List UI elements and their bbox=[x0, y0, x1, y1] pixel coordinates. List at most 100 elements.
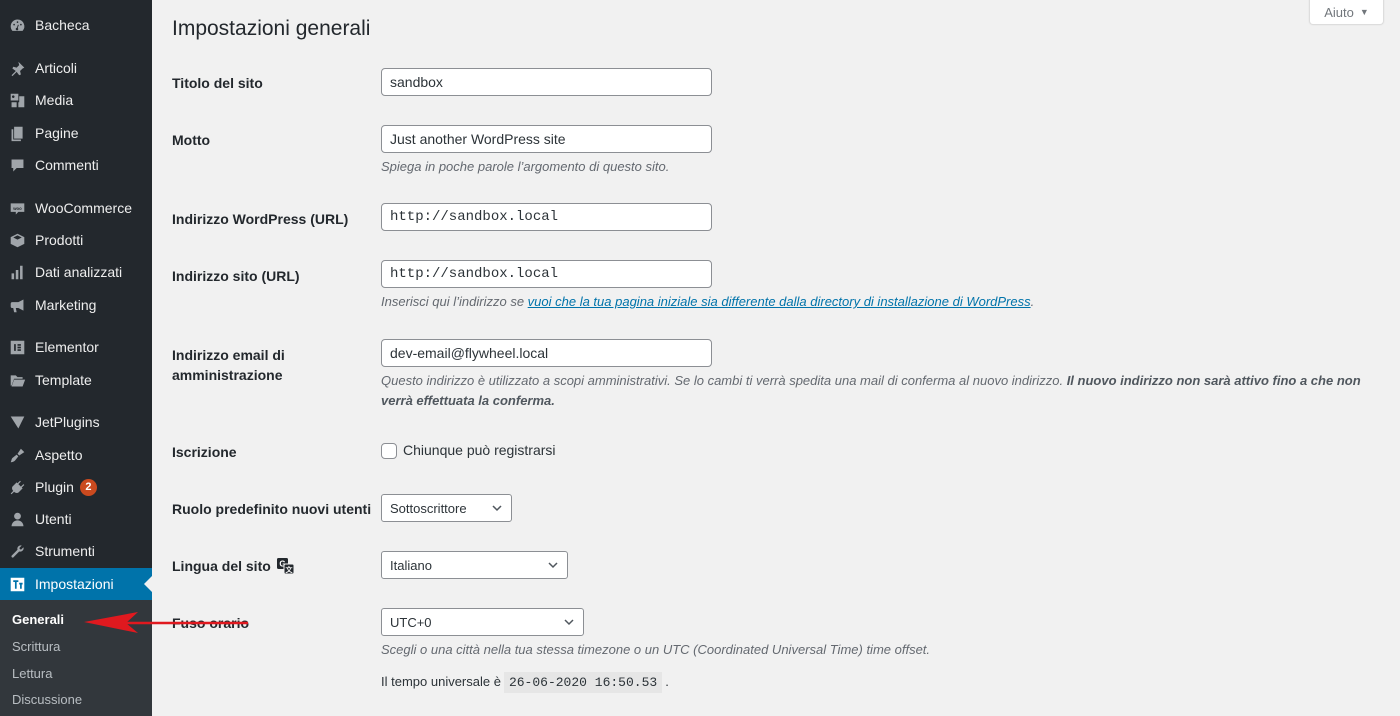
menu-item-impostazioni[interactable]: Impostazioni bbox=[0, 568, 152, 600]
elementor-icon bbox=[8, 338, 26, 356]
language-label: Lingua del sito G文 bbox=[172, 556, 295, 576]
menu-label: Commenti bbox=[35, 157, 99, 173]
caret-down-icon: ▼ bbox=[1359, 7, 1369, 17]
annotation-arrow-icon bbox=[84, 612, 248, 633]
brush-icon bbox=[8, 446, 26, 464]
menu-label: Pagine bbox=[35, 125, 79, 141]
admin-email-input[interactable]: dev-email@flywheel.local bbox=[381, 339, 712, 367]
folder-icon bbox=[8, 371, 26, 389]
language-select[interactable]: Italiano bbox=[381, 551, 568, 579]
menu-label: Elementor bbox=[35, 339, 99, 355]
tagline-label: Motto bbox=[172, 132, 211, 148]
menu-item-media[interactable]: Media bbox=[0, 84, 152, 116]
menu-label: Aspetto bbox=[35, 447, 83, 463]
menu-label: Bacheca bbox=[35, 17, 90, 33]
menu-item-marketing[interactable]: Marketing bbox=[0, 289, 152, 321]
admin-email-desc-text: Questo indirizzo è utilizzato a scopi am… bbox=[381, 373, 1067, 388]
site-title-input[interactable]: sandbox bbox=[381, 68, 712, 96]
admin-email-description: Questo indirizzo è utilizzato a scopi am… bbox=[381, 371, 1381, 411]
timezone-value: UTC+0 bbox=[390, 614, 432, 630]
megaphone-icon bbox=[8, 296, 26, 314]
admin-email-value: dev-email@flywheel.local bbox=[390, 345, 549, 361]
chevron-down-icon bbox=[548, 562, 558, 569]
menu-item-jetplugins[interactable]: JetPlugins bbox=[0, 406, 152, 438]
page-title: Impostazioni generali bbox=[172, 17, 371, 40]
tagline-value: Just another WordPress site bbox=[390, 131, 566, 147]
menu-label: Articoli bbox=[35, 60, 78, 76]
chevron-down-icon bbox=[492, 505, 502, 512]
user-icon bbox=[8, 510, 26, 528]
menu-item-bacheca[interactable]: Bacheca bbox=[0, 9, 152, 41]
menu-item-dati-analizzati[interactable]: Dati analizzati bbox=[0, 256, 152, 288]
language-label-text: Lingua del sito bbox=[172, 558, 271, 574]
menu-item-pagine[interactable]: Pagine bbox=[0, 117, 152, 149]
menu-item-template[interactable]: Template bbox=[0, 364, 152, 396]
menu-label: Media bbox=[35, 92, 74, 108]
menu-item-utenti[interactable]: Utenti bbox=[0, 503, 152, 535]
menu-item-plugin[interactable]: Plugin 2 bbox=[0, 471, 152, 503]
menu-label: Prodotti bbox=[35, 232, 84, 248]
site-url-input[interactable]: http://sandbox.local bbox=[381, 260, 712, 288]
menu-item-strumenti[interactable]: Strumenti bbox=[0, 535, 152, 567]
menu-label: Utenti bbox=[35, 511, 72, 527]
wp-url-label: Indirizzo WordPress (URL) bbox=[172, 211, 349, 227]
submenu-item-lettura[interactable]: Lettura bbox=[12, 666, 52, 681]
submenu-item-scrittura[interactable]: Scrittura bbox=[12, 639, 60, 654]
svg-text:文: 文 bbox=[285, 565, 293, 574]
menu-item-commenti[interactable]: Commenti bbox=[0, 149, 152, 181]
menu-label: Plugin bbox=[35, 479, 74, 495]
site-url-desc-text: Inserisci qui l’indirizzo se bbox=[381, 294, 528, 309]
menu-label: Impostazioni bbox=[35, 576, 114, 592]
translate-icon: G文 bbox=[276, 558, 295, 574]
admin-email-label-line1: Indirizzo email di bbox=[172, 347, 285, 363]
submenu-item-generali[interactable]: Generali bbox=[12, 612, 64, 627]
tagline-description: Spiega in poche parole l’argomento di qu… bbox=[381, 159, 670, 174]
menu-item-elementor[interactable]: Elementor bbox=[0, 331, 152, 363]
site-url-description: Inserisci qui l’indirizzo se vuoi che la… bbox=[381, 292, 1034, 312]
site-title-label: Titolo del sito bbox=[172, 75, 263, 91]
menu-item-prodotti[interactable]: Prodotti bbox=[0, 224, 152, 256]
anyone-can-register-checkbox[interactable] bbox=[381, 443, 397, 459]
help-tab-button[interactable]: Aiuto ▼ bbox=[1309, 0, 1384, 25]
utc-time-readout: Il tempo universale è 26-06-2020 16:50.53… bbox=[381, 672, 669, 693]
tagline-input[interactable]: Just another WordPress site bbox=[381, 125, 712, 153]
menu-item-aspetto[interactable]: Aspetto bbox=[0, 439, 152, 471]
menu-label: Dati analizzati bbox=[35, 264, 123, 280]
default-role-label: Ruolo predefinito nuovi utenti bbox=[172, 501, 372, 517]
anyone-can-register-label[interactable]: Chiunque può registrarsi bbox=[403, 442, 556, 458]
site-url-desc-suffix: . bbox=[1030, 294, 1035, 309]
wp-url-input[interactable]: http://sandbox.local bbox=[381, 203, 712, 231]
pin-icon bbox=[8, 59, 26, 77]
menu-label: Template bbox=[35, 372, 92, 388]
utc-time-value: 26-06-2020 16:50.53 bbox=[503, 672, 663, 693]
settings-icon bbox=[8, 575, 26, 593]
timezone-description: Scegli o una città nella tua stessa time… bbox=[381, 642, 931, 657]
menu-label: Marketing bbox=[35, 297, 97, 313]
jetplugins-icon bbox=[8, 413, 26, 431]
default-role-value: Sottoscrittore bbox=[390, 500, 467, 516]
site-url-value: http://sandbox.local bbox=[390, 266, 559, 282]
admin-email-label: Indirizzo email di amministrazione bbox=[172, 345, 285, 385]
menu-label: WooCommerce bbox=[35, 200, 132, 216]
timezone-select[interactable]: UTC+0 bbox=[381, 608, 584, 636]
woocommerce-icon: woo bbox=[8, 199, 26, 217]
dashboard-icon bbox=[8, 16, 26, 34]
utc-time-suffix: . bbox=[665, 674, 669, 689]
menu-item-articoli[interactable]: Articoli bbox=[0, 52, 152, 84]
site-url-help-link[interactable]: vuoi che la tua pagina iniziale sia diff… bbox=[528, 294, 1031, 309]
menu-item-woocommerce[interactable]: woo WooCommerce bbox=[0, 192, 152, 224]
box-icon bbox=[8, 231, 26, 249]
utc-time-prefix: Il tempo universale è bbox=[381, 674, 501, 689]
site-title-value: sandbox bbox=[390, 74, 443, 90]
submenu-item-discussione[interactable]: Discussione bbox=[12, 692, 82, 707]
wp-url-value: http://sandbox.local bbox=[390, 209, 559, 225]
site-url-label: Indirizzo sito (URL) bbox=[172, 268, 300, 284]
membership-label: Iscrizione bbox=[172, 444, 237, 460]
help-label: Aiuto bbox=[1324, 4, 1354, 20]
menu-label: Strumenti bbox=[35, 543, 95, 559]
svg-text:woo: woo bbox=[12, 205, 22, 210]
language-value: Italiano bbox=[390, 557, 432, 573]
admin-email-label-line2: amministrazione bbox=[172, 367, 283, 383]
default-role-select[interactable]: Sottoscrittore bbox=[381, 494, 512, 522]
plugin-icon bbox=[8, 478, 26, 496]
